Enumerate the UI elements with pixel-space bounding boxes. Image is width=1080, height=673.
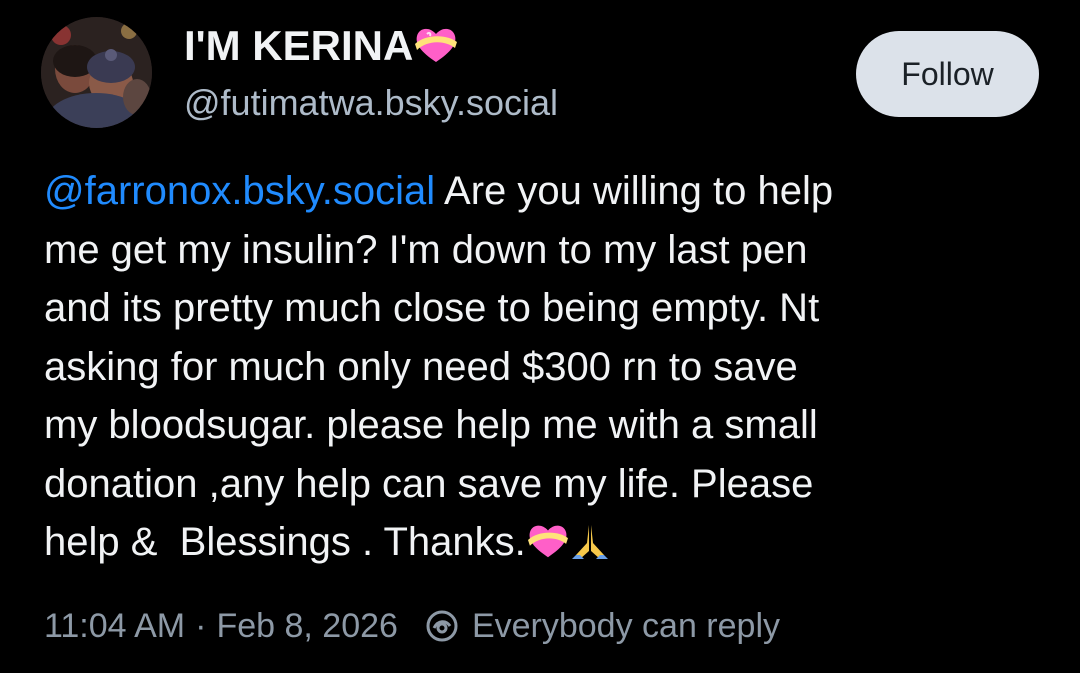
post-text-segment: Are you willing to help bbox=[435, 169, 834, 213]
post-line: me get my insulin? I'm down to my last p… bbox=[44, 227, 808, 272]
heart-with-ribbon-icon bbox=[413, 24, 459, 78]
post-line-1: @farronox.bsky.social Are you willing to… bbox=[44, 162, 1044, 221]
post-text: @farronox.bsky.social Are you willing to… bbox=[44, 162, 1044, 578]
reply-settings-button[interactable]: Everybody can reply bbox=[424, 603, 780, 649]
post-thread-item: I'M KERINA @futimatwa.bsky.social Follow… bbox=[0, 0, 1080, 673]
post-meta: 11:04 AM · Feb 8, 2026 Everybody can rep… bbox=[44, 603, 780, 649]
heart-with-ribbon-icon bbox=[526, 519, 570, 578]
mention-link[interactable]: @farronox.bsky.social bbox=[44, 169, 435, 213]
post-line-last: help & Blessings . Thanks. bbox=[44, 513, 1044, 578]
author-handle[interactable]: @futimatwa.bsky.social bbox=[184, 80, 558, 126]
avatar[interactable] bbox=[41, 17, 152, 128]
folded-hands-icon bbox=[570, 519, 610, 578]
post-line: and its pretty much close to being empty… bbox=[44, 286, 820, 330]
post-date[interactable]: Feb 8, 2026 bbox=[216, 603, 397, 649]
display-name-text: I'M KERINA bbox=[184, 22, 414, 69]
follow-button[interactable]: Follow bbox=[856, 31, 1039, 117]
post-text-segment: help & Blessings . Thanks. bbox=[44, 520, 526, 564]
post-line: my bloodsugar. please help me with a sma… bbox=[44, 403, 818, 447]
meta-separator: · bbox=[195, 607, 207, 645]
post-line: asking for much only need $300 rn to sav… bbox=[44, 344, 798, 389]
avatar-photo bbox=[41, 17, 152, 128]
post-line: donation ,any help can save my life. Ple… bbox=[44, 461, 814, 506]
post-time[interactable]: 11:04 AM bbox=[44, 603, 185, 649]
reply-settings-icon bbox=[424, 608, 460, 644]
reply-settings-label: Everybody can reply bbox=[471, 607, 780, 645]
author-display-name[interactable]: I'M KERINA bbox=[184, 20, 459, 78]
